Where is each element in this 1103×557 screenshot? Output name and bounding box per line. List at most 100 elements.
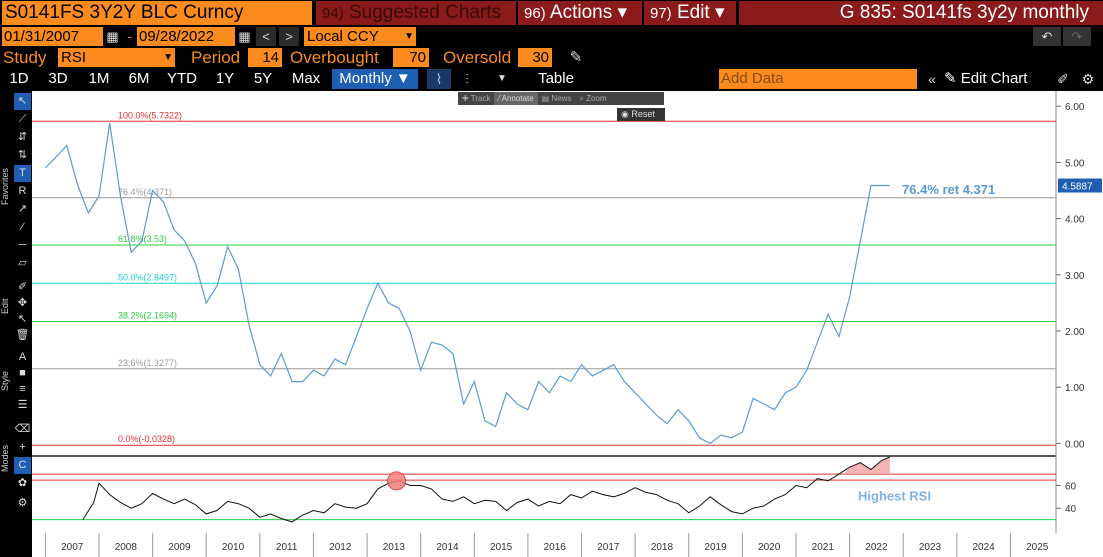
study-select[interactable]: RSI ▼: [58, 48, 175, 67]
edit-chart-button[interactable]: ✎ Edit Chart: [944, 69, 1027, 89]
ticker-field[interactable]: S0141FS 3Y2Y BLC Curncy: [2, 1, 312, 25]
rsi-tick-label: 40: [1065, 504, 1077, 515]
crosshair-icon[interactable]: +: [14, 439, 31, 456]
period-3d[interactable]: 3D: [40, 69, 76, 89]
window-title: G 835: S0141fs 3y2y monthly: [739, 1, 1103, 25]
draw-icon[interactable]: ✐: [14, 279, 31, 296]
move-icon[interactable]: ✥: [14, 295, 31, 312]
x-tick-label: 2023: [919, 542, 942, 553]
calendar-icon[interactable]: ▦: [236, 27, 253, 46]
left-toolbar: Favorites Edit Style Modes ↖ ⟋ ⇵ ⇅ T R ↗…: [0, 91, 32, 516]
horizontal-line-icon[interactable]: ─: [14, 237, 31, 254]
x-axis-bg: [32, 533, 1103, 557]
y-tick-label: 2.00: [1065, 327, 1085, 338]
fib-level-label: 76.4%(4.371): [118, 187, 172, 197]
period-1y[interactable]: 1Y: [207, 69, 243, 89]
frequency-select[interactable]: Monthly ▼: [332, 69, 418, 89]
chevron-down-icon[interactable]: ▼: [490, 69, 514, 89]
overbought-label: Overbought: [290, 48, 379, 67]
channel-icon[interactable]: ▱: [14, 255, 31, 272]
table-button[interactable]: Table: [527, 69, 585, 89]
gear-icon[interactable]: ⚙: [1079, 69, 1097, 89]
panel-divider: [32, 455, 1103, 457]
study-value: RSI: [61, 49, 87, 66]
top-menu-bar: S0141FS 3Y2Y BLC Curncy 94) Suggested Ch…: [0, 0, 1103, 26]
chevron-down-icon: ▼: [163, 52, 173, 63]
edit-menu[interactable]: 97) Edit ▾: [644, 1, 736, 25]
x-tick-label: 2021: [812, 542, 835, 553]
period-input[interactable]: 14: [248, 48, 282, 67]
x-tick-label: 2011: [276, 542, 298, 553]
line-style-icon[interactable]: ≡: [14, 381, 31, 398]
y-tick-label: 3.00: [1065, 271, 1085, 282]
collapse-icon[interactable]: «: [923, 69, 941, 89]
line-weight-icon[interactable]: ☰: [14, 397, 31, 414]
reset-button[interactable]: ◉ Reset: [617, 108, 665, 121]
suggested-charts-menu[interactable]: 94) Suggested Charts: [316, 1, 516, 25]
eraser-icon[interactable]: ⌫: [14, 421, 31, 438]
period-ytd[interactable]: YTD: [162, 69, 202, 89]
font-icon[interactable]: A: [14, 349, 31, 366]
fib-level-label: 0.0%(-0.0328): [118, 434, 175, 444]
period-1d[interactable]: 1D: [3, 69, 35, 89]
zoom-button[interactable]: ⌕ Zoom: [575, 92, 610, 105]
chart-settings-icon[interactable]: ✐: [1054, 69, 1072, 89]
gear-icon[interactable]: ⚙: [14, 495, 31, 512]
end-date-input[interactable]: 09/28/2022: [137, 27, 235, 46]
add-data-input[interactable]: Add Data: [719, 69, 917, 89]
pen-icon[interactable]: ✎: [567, 48, 585, 67]
annotate-button[interactable]: ⁄ Annotate: [494, 92, 538, 105]
fill-icon[interactable]: ■: [14, 365, 31, 382]
overbought-input[interactable]: 70: [393, 48, 429, 67]
rsi-annotation: Highest RSI: [858, 488, 931, 503]
study-bar: Study RSI ▼ Period 14 Overbought 70 Over…: [0, 47, 1103, 68]
fib-icon[interactable]: ⇵: [14, 129, 31, 146]
trash-icon[interactable]: 🗑: [14, 327, 31, 344]
currency-select[interactable]: Local CCY ▼: [304, 27, 416, 46]
track-label: Track: [470, 94, 491, 103]
text-icon[interactable]: T: [14, 165, 31, 182]
menu-label: Actions ▾: [549, 2, 628, 23]
chart-canvas[interactable]: 6.00 5.00 4.00 3.00 2.00 1.00 0.00 100.0%(5.732…: [32, 91, 1103, 557]
bar-type-icon[interactable]: ⫶: [455, 69, 479, 89]
zoom-label: Zoom: [586, 94, 607, 103]
x-tick-label: 2007: [61, 542, 84, 553]
rsi-tick-label: 60: [1065, 481, 1077, 492]
chart-area[interactable]: 6.00 5.00 4.00 3.00 2.00 1.00 0.00 100.0%(5.732…: [32, 91, 1103, 557]
pointer-icon[interactable]: ↖: [14, 93, 31, 110]
x-tick-label: 2019: [704, 542, 727, 553]
chevron-left-icon[interactable]: <: [256, 27, 276, 46]
trendline-icon[interactable]: ⟋: [14, 111, 31, 128]
calendar-icon[interactable]: ▦: [104, 27, 121, 46]
x-tick-label: 2009: [168, 542, 191, 553]
menu-label: Edit ▾: [676, 2, 725, 23]
y-tick-label: 1.00: [1065, 383, 1085, 394]
favorites-section-label: Favorites: [0, 167, 10, 205]
menu-label: Suggested Charts: [348, 2, 502, 23]
chevron-right-icon[interactable]: >: [279, 27, 299, 46]
news-button[interactable]: ▤ News: [538, 92, 576, 105]
retracement-annotation: 76.4% ret 4.371: [902, 182, 995, 197]
palette-icon[interactable]: ✿: [14, 475, 31, 492]
track-button[interactable]: ✚ Track: [458, 92, 494, 105]
actions-menu[interactable]: 96) Actions ▾: [518, 1, 642, 25]
x-tick-label: 2017: [597, 542, 620, 553]
line-icon[interactable]: ⁄: [14, 219, 31, 236]
arrow-icon[interactable]: ↗: [14, 201, 31, 218]
oversold-input[interactable]: 30: [518, 48, 552, 67]
range-dash: -: [127, 29, 132, 44]
line-chart-icon[interactable]: ⌇: [427, 69, 451, 89]
select-icon[interactable]: ↖: [14, 311, 31, 328]
fib-extension-icon[interactable]: ⇅: [14, 147, 31, 164]
menu-number: 97): [650, 5, 672, 22]
magnet-icon[interactable]: C: [14, 457, 31, 474]
start-date-input[interactable]: 01/31/2007: [2, 27, 103, 46]
undo-icon[interactable]: ↶: [1033, 27, 1061, 46]
redo-icon[interactable]: ↷: [1063, 27, 1091, 46]
period-6m[interactable]: 6M: [121, 69, 157, 89]
period-5y[interactable]: 5Y: [245, 69, 281, 89]
period-1m[interactable]: 1M: [81, 69, 117, 89]
retracement-icon[interactable]: R: [14, 183, 31, 200]
period-max[interactable]: Max: [285, 69, 327, 89]
fib-level-label: 100.0%(5.7322): [118, 110, 182, 120]
